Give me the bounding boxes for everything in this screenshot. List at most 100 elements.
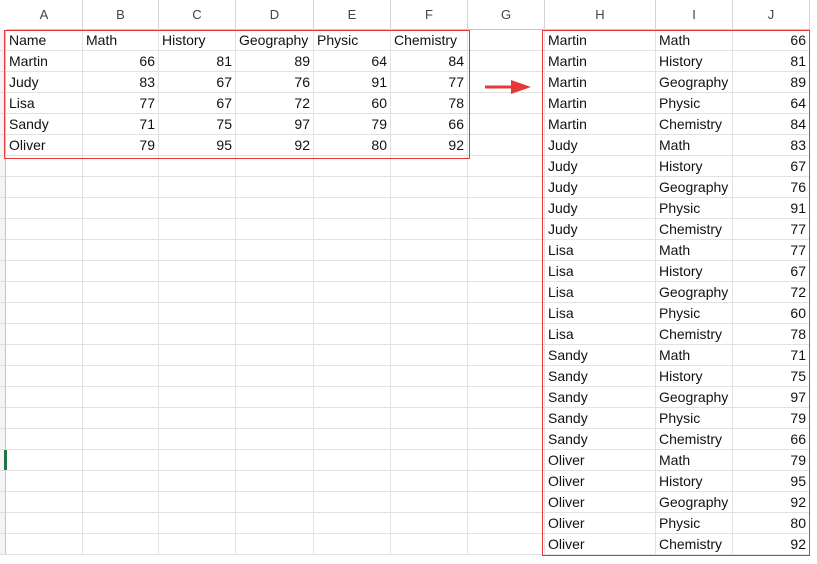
right-table-cell[interactable]: 77 bbox=[733, 219, 810, 240]
cell[interactable] bbox=[236, 408, 314, 429]
cell[interactable] bbox=[468, 93, 545, 114]
right-table-cell[interactable]: Judy bbox=[545, 156, 656, 177]
left-table-cell[interactable]: 77 bbox=[391, 72, 468, 93]
cell[interactable] bbox=[314, 219, 391, 240]
cell[interactable] bbox=[83, 198, 159, 219]
right-table-cell[interactable]: Physic bbox=[656, 93, 733, 114]
cell[interactable] bbox=[83, 408, 159, 429]
column-header-h[interactable]: H bbox=[545, 0, 656, 30]
right-table-cell[interactable]: 66 bbox=[733, 30, 810, 51]
cell[interactable] bbox=[159, 534, 236, 555]
cell[interactable] bbox=[236, 303, 314, 324]
right-table-cell[interactable]: 92 bbox=[733, 534, 810, 555]
cell[interactable] bbox=[236, 345, 314, 366]
right-table-cell[interactable]: Geography bbox=[656, 492, 733, 513]
right-table-cell[interactable]: Math bbox=[656, 240, 733, 261]
left-table-cell[interactable]: 84 bbox=[391, 51, 468, 72]
right-table-cell[interactable]: Math bbox=[656, 30, 733, 51]
cell[interactable] bbox=[468, 366, 545, 387]
cell[interactable] bbox=[236, 219, 314, 240]
cell[interactable] bbox=[314, 513, 391, 534]
left-table-cell[interactable]: 89 bbox=[236, 51, 314, 72]
column-header-g[interactable]: G bbox=[468, 0, 545, 30]
column-header-a[interactable]: A bbox=[6, 0, 83, 30]
left-table-cell[interactable]: 76 bbox=[236, 72, 314, 93]
cell[interactable] bbox=[314, 303, 391, 324]
right-table-cell[interactable]: Lisa bbox=[545, 240, 656, 261]
cell[interactable] bbox=[6, 303, 83, 324]
cell[interactable] bbox=[6, 471, 83, 492]
left-table-cell[interactable]: Oliver bbox=[6, 135, 83, 156]
right-table-cell[interactable]: Judy bbox=[545, 219, 656, 240]
cell[interactable] bbox=[314, 366, 391, 387]
cell[interactable] bbox=[83, 534, 159, 555]
cell[interactable] bbox=[6, 156, 83, 177]
cell[interactable] bbox=[468, 513, 545, 534]
cell[interactable] bbox=[391, 282, 468, 303]
right-table-cell[interactable]: 71 bbox=[733, 345, 810, 366]
cell[interactable] bbox=[159, 261, 236, 282]
cell[interactable] bbox=[6, 177, 83, 198]
cell[interactable] bbox=[6, 240, 83, 261]
right-table-cell[interactable]: History bbox=[656, 366, 733, 387]
left-table-cell[interactable]: Sandy bbox=[6, 114, 83, 135]
left-table-cell[interactable]: Martin bbox=[6, 51, 83, 72]
cell[interactable] bbox=[83, 345, 159, 366]
right-table-cell[interactable]: Sandy bbox=[545, 387, 656, 408]
right-table-cell[interactable]: Judy bbox=[545, 177, 656, 198]
cell[interactable] bbox=[391, 471, 468, 492]
left-table-cell[interactable]: 75 bbox=[159, 114, 236, 135]
right-table-cell[interactable]: Martin bbox=[545, 30, 656, 51]
cell[interactable] bbox=[83, 177, 159, 198]
cell[interactable] bbox=[83, 429, 159, 450]
left-table-header-cell[interactable]: Math bbox=[83, 30, 159, 51]
cell[interactable] bbox=[236, 261, 314, 282]
cell[interactable] bbox=[159, 471, 236, 492]
right-table-cell[interactable]: 84 bbox=[733, 114, 810, 135]
cell[interactable] bbox=[391, 240, 468, 261]
column-header-e[interactable]: E bbox=[314, 0, 391, 30]
cell[interactable] bbox=[6, 282, 83, 303]
right-table-cell[interactable]: Oliver bbox=[545, 534, 656, 555]
right-table-cell[interactable]: Math bbox=[656, 345, 733, 366]
cell[interactable] bbox=[314, 429, 391, 450]
right-table-cell[interactable]: Oliver bbox=[545, 513, 656, 534]
cell[interactable] bbox=[391, 177, 468, 198]
cell[interactable] bbox=[314, 177, 391, 198]
cell[interactable] bbox=[236, 450, 314, 471]
cell[interactable] bbox=[391, 492, 468, 513]
left-table-cell[interactable]: 95 bbox=[159, 135, 236, 156]
cell[interactable] bbox=[468, 387, 545, 408]
cell[interactable] bbox=[6, 261, 83, 282]
cell[interactable] bbox=[391, 429, 468, 450]
right-table-cell[interactable]: Physic bbox=[656, 513, 733, 534]
left-table-cell[interactable]: 66 bbox=[83, 51, 159, 72]
cell[interactable] bbox=[159, 303, 236, 324]
cell[interactable] bbox=[468, 114, 545, 135]
right-table-cell[interactable]: 79 bbox=[733, 408, 810, 429]
cell[interactable] bbox=[314, 387, 391, 408]
right-table-cell[interactable]: Geography bbox=[656, 282, 733, 303]
cell[interactable] bbox=[314, 240, 391, 261]
cell[interactable] bbox=[468, 198, 545, 219]
cell[interactable] bbox=[159, 219, 236, 240]
column-header-c[interactable]: C bbox=[159, 0, 236, 30]
cell[interactable] bbox=[314, 198, 391, 219]
cell[interactable] bbox=[468, 408, 545, 429]
cell[interactable] bbox=[468, 492, 545, 513]
cell[interactable] bbox=[236, 156, 314, 177]
right-table-cell[interactable]: Chemistry bbox=[656, 429, 733, 450]
right-table-cell[interactable]: Math bbox=[656, 135, 733, 156]
right-table-cell[interactable]: History bbox=[656, 471, 733, 492]
right-table-cell[interactable]: Oliver bbox=[545, 492, 656, 513]
cell[interactable] bbox=[6, 450, 83, 471]
left-table-header-cell[interactable]: Physic bbox=[314, 30, 391, 51]
cell[interactable] bbox=[83, 513, 159, 534]
cell[interactable] bbox=[159, 408, 236, 429]
right-table-cell[interactable]: 79 bbox=[733, 450, 810, 471]
right-table-cell[interactable]: Sandy bbox=[545, 366, 656, 387]
cell[interactable] bbox=[83, 156, 159, 177]
column-header-j[interactable]: J bbox=[733, 0, 810, 30]
right-table-cell[interactable]: 95 bbox=[733, 471, 810, 492]
cell[interactable] bbox=[468, 345, 545, 366]
